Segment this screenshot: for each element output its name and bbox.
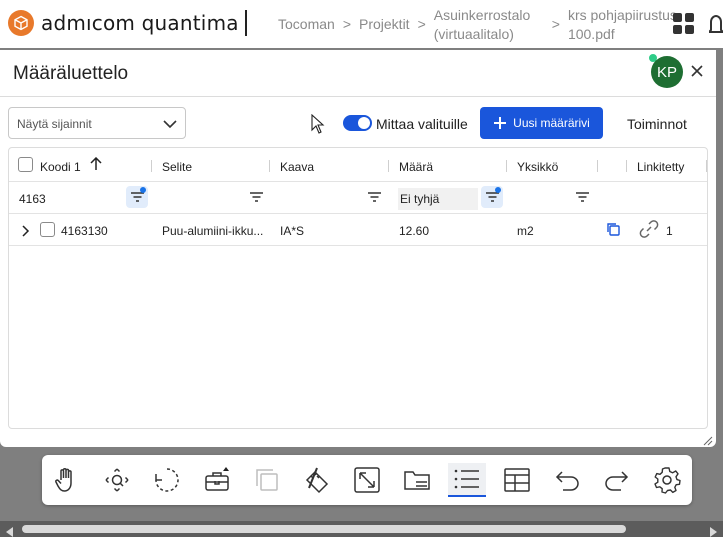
- chevron-right-icon[interactable]: [22, 224, 30, 242]
- row-linked-count: 1: [666, 224, 673, 238]
- row-formula: IA*S: [280, 224, 305, 238]
- description-filter-input[interactable]: [162, 188, 242, 210]
- table-header: Koodi 1 Selite Kaava Määrä Yksikkö Linki…: [9, 148, 707, 182]
- table-icon[interactable]: [500, 463, 534, 497]
- quantity-filter-input[interactable]: Ei tyhjä: [398, 188, 478, 210]
- bell-icon[interactable]: [706, 12, 723, 41]
- measure-pencil-icon[interactable]: [300, 463, 334, 497]
- breadcrumb: Tocoman > Projektit > Asuinkerrostalo (v…: [278, 6, 678, 44]
- row-unit: m2: [517, 224, 534, 238]
- column-divider[interactable]: [269, 160, 270, 172]
- row-quantity: 12.60: [399, 224, 430, 238]
- toolbox-icon[interactable]: [200, 463, 234, 497]
- filter-icon[interactable]: [571, 186, 593, 208]
- chevron-down-icon: [163, 117, 177, 134]
- new-quantity-row-button[interactable]: Uusi määrärivi: [480, 107, 603, 139]
- undo-icon[interactable]: [550, 463, 584, 497]
- link-icon[interactable]: [639, 220, 659, 243]
- zoom-search-icon[interactable]: [100, 463, 134, 497]
- formula-filter-input[interactable]: [280, 188, 360, 210]
- pan-hand-icon[interactable]: [50, 463, 84, 497]
- breadcrumb-item-drawing[interactable]: krs pohjapiirustus 100.pdf: [568, 6, 678, 44]
- column-divider[interactable]: [706, 160, 707, 172]
- select-all-checkbox[interactable]: [18, 157, 33, 172]
- column-divider[interactable]: [506, 160, 507, 172]
- unit-filter-input[interactable]: [517, 188, 569, 210]
- column-header-code[interactable]: Koodi 1: [40, 160, 81, 174]
- header-divider: [245, 10, 247, 36]
- code-filter-input[interactable]: 4163: [17, 188, 121, 210]
- breadcrumb-separator: >: [342, 16, 351, 32]
- row-checkbox[interactable]: [40, 222, 55, 237]
- fit-expand-icon[interactable]: [350, 463, 384, 497]
- quantity-table: Koodi 1 Selite Kaava Määrä Yksikkö Linki…: [8, 147, 708, 429]
- cube-icon: [8, 10, 34, 36]
- app-header: admıcom quantima Tocoman > Projektit > A…: [0, 0, 723, 48]
- filter-row: 4163 Ei tyhjä: [9, 182, 707, 214]
- location-select[interactable]: Näytä sijainnit: [8, 107, 186, 139]
- column-header-unit[interactable]: Yksikkö: [517, 160, 558, 174]
- column-header-quantity[interactable]: Määrä: [399, 160, 433, 174]
- new-quantity-row-label: Uusi määrärivi: [513, 116, 590, 130]
- column-header-linked[interactable]: Linkitetty: [637, 160, 684, 174]
- breadcrumb-item-project[interactable]: Asuinkerrostalo (virtuaalitalo): [434, 6, 544, 44]
- layers-copy-icon[interactable]: [250, 463, 284, 497]
- column-divider[interactable]: [597, 160, 598, 172]
- breadcrumb-separator: >: [417, 16, 426, 32]
- scroll-left-icon[interactable]: [6, 524, 14, 537]
- horizontal-scrollbar[interactable]: [0, 521, 723, 537]
- breadcrumb-item-tocoman[interactable]: Tocoman: [278, 6, 335, 44]
- mouse-pointer-icon: [311, 113, 325, 139]
- table-footer: [8, 428, 708, 429]
- brand-logo[interactable]: admıcom quantima: [8, 10, 239, 36]
- column-divider[interactable]: [388, 160, 389, 172]
- filter-icon[interactable]: [481, 186, 503, 208]
- folder-icon[interactable]: [400, 463, 434, 497]
- filter-icon[interactable]: [245, 186, 267, 208]
- column-header-description[interactable]: Selite: [162, 160, 192, 174]
- breadcrumb-separator: >: [551, 16, 560, 32]
- panel-divider: [0, 96, 716, 97]
- filter-icon[interactable]: [363, 186, 385, 208]
- actions-menu-button[interactable]: Toiminnot: [627, 116, 687, 132]
- column-divider[interactable]: [151, 160, 152, 172]
- measure-selected-label: Mittaa valituille: [376, 116, 468, 132]
- measure-selected-toggle[interactable]: [343, 115, 372, 131]
- close-icon[interactable]: [690, 64, 704, 83]
- filter-icon[interactable]: [126, 186, 148, 208]
- settings-gear-icon[interactable]: [650, 463, 684, 497]
- panel-title: Määräluettelo: [13, 63, 129, 84]
- row-code: 4163130: [61, 224, 108, 238]
- column-divider[interactable]: [626, 160, 627, 172]
- resize-handle-icon[interactable]: [703, 433, 713, 451]
- scroll-right-icon[interactable]: [709, 524, 717, 537]
- toggle-knob: [358, 117, 370, 129]
- filter-active-dot: [140, 187, 146, 193]
- column-header-formula[interactable]: Kaava: [280, 160, 314, 174]
- redo-icon[interactable]: [600, 463, 634, 497]
- list-icon[interactable]: [448, 463, 486, 497]
- row-description: Puu-alumiini-ikku...: [162, 224, 264, 238]
- quantity-list-panel: Määräluettelo KP Näytä sijainnit Mittaa …: [0, 50, 716, 447]
- plus-icon: [494, 117, 507, 129]
- drawing-toolbar: [42, 455, 692, 505]
- horizontal-scrollbar-thumb[interactable]: [22, 525, 626, 533]
- breadcrumb-item-projects[interactable]: Projektit: [359, 6, 410, 44]
- app-grid-icon[interactable]: [672, 12, 696, 41]
- location-select-value: Näytä sijainnit: [17, 117, 92, 131]
- filter-active-dot: [495, 187, 501, 193]
- table-row[interactable]: 4163130 Puu-alumiini-ikku... IA*S 12.60 …: [9, 214, 707, 246]
- copy-icon[interactable]: [606, 222, 621, 242]
- avatar[interactable]: KP: [651, 56, 683, 88]
- brand-name: admıcom quantima: [41, 11, 239, 35]
- sort-ascending-icon[interactable]: [90, 156, 102, 176]
- rotate-icon[interactable]: [150, 463, 184, 497]
